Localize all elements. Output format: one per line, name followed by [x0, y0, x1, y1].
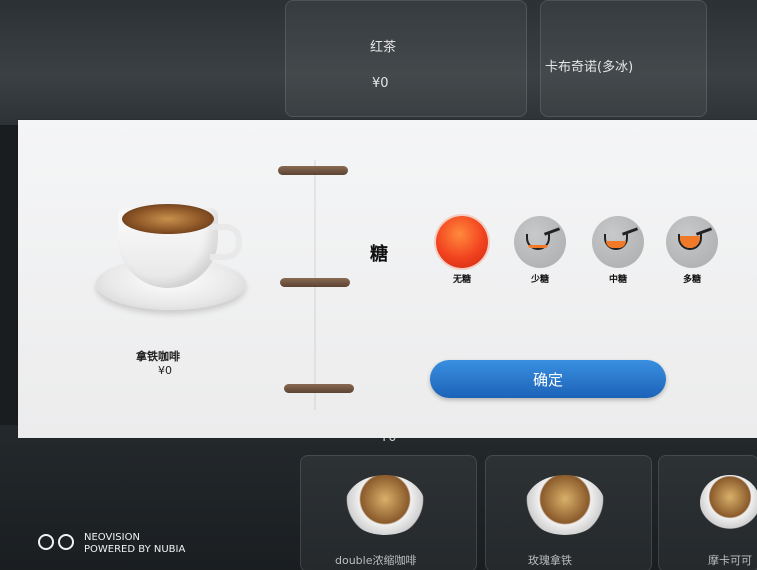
scoop-low-icon — [514, 216, 566, 268]
lens-icon — [58, 534, 74, 550]
divider-bar — [284, 384, 354, 393]
option-label: 无糖 — [452, 275, 471, 285]
option-label: 少糖 — [530, 275, 549, 285]
scoop-bowl — [604, 234, 628, 250]
divider-bar — [278, 166, 348, 175]
sugar-option-high[interactable]: 多糖 — [662, 216, 722, 285]
watermark-line1: NEOVISION — [84, 532, 140, 543]
sugar-label: 糖 — [370, 244, 388, 265]
coffee-cup-image — [96, 198, 246, 318]
cup-image — [700, 475, 757, 530]
sugar-option-low[interactable]: 少糖 — [510, 216, 570, 285]
sugar-option-dialog: 拿铁咖啡 ¥0 糖 无糖 少糖 中糖 多糖 确定 — [18, 120, 757, 438]
scoop-medium-icon — [592, 216, 644, 268]
cup-image — [345, 475, 425, 535]
product-name: 拿铁咖啡 — [136, 350, 180, 363]
scoop-fill — [528, 244, 548, 248]
lens-icon — [38, 534, 54, 550]
cup-image — [525, 475, 605, 535]
divider-bar — [280, 278, 350, 287]
scoop-high-icon — [666, 216, 718, 268]
menu-card-black-tea[interactable] — [285, 0, 527, 117]
product-price: ¥0 — [158, 364, 172, 377]
scoop-handle — [695, 227, 713, 236]
confirm-button[interactable]: 确定 — [430, 360, 666, 398]
menu-card-name: double浓缩咖啡 — [335, 554, 417, 567]
menu-card-price: ¥0 — [372, 76, 389, 91]
scoop-handle — [543, 227, 561, 236]
option-label: 多糖 — [682, 275, 701, 285]
menu-card-name: 卡布奇诺(多冰) — [545, 60, 634, 75]
option-label: 中糖 — [608, 275, 627, 285]
menu-card-name: 红茶 — [370, 40, 397, 55]
scoop-fill — [680, 236, 700, 248]
sugar-option-none[interactable]: 无糖 — [432, 216, 492, 285]
coffee-surface — [122, 204, 214, 234]
no-sugar-icon — [436, 216, 488, 268]
sugar-option-medium[interactable]: 中糖 — [588, 216, 648, 285]
scoop-fill — [606, 241, 626, 248]
product-panel: 拿铁咖啡 ¥0 — [18, 120, 278, 438]
cup-handle — [210, 224, 242, 260]
scoop-handle — [621, 227, 639, 236]
scoop-bowl — [678, 234, 702, 250]
watermark-text: NEOVISION POWERED BY NUBIA — [84, 532, 185, 556]
scoop-bowl — [526, 234, 550, 250]
menu-card-name: 摩卡可可 — [708, 554, 752, 567]
watermark-line2: POWERED BY NUBIA — [84, 544, 186, 555]
menu-card-name: 玫瑰拿铁 — [528, 554, 572, 567]
